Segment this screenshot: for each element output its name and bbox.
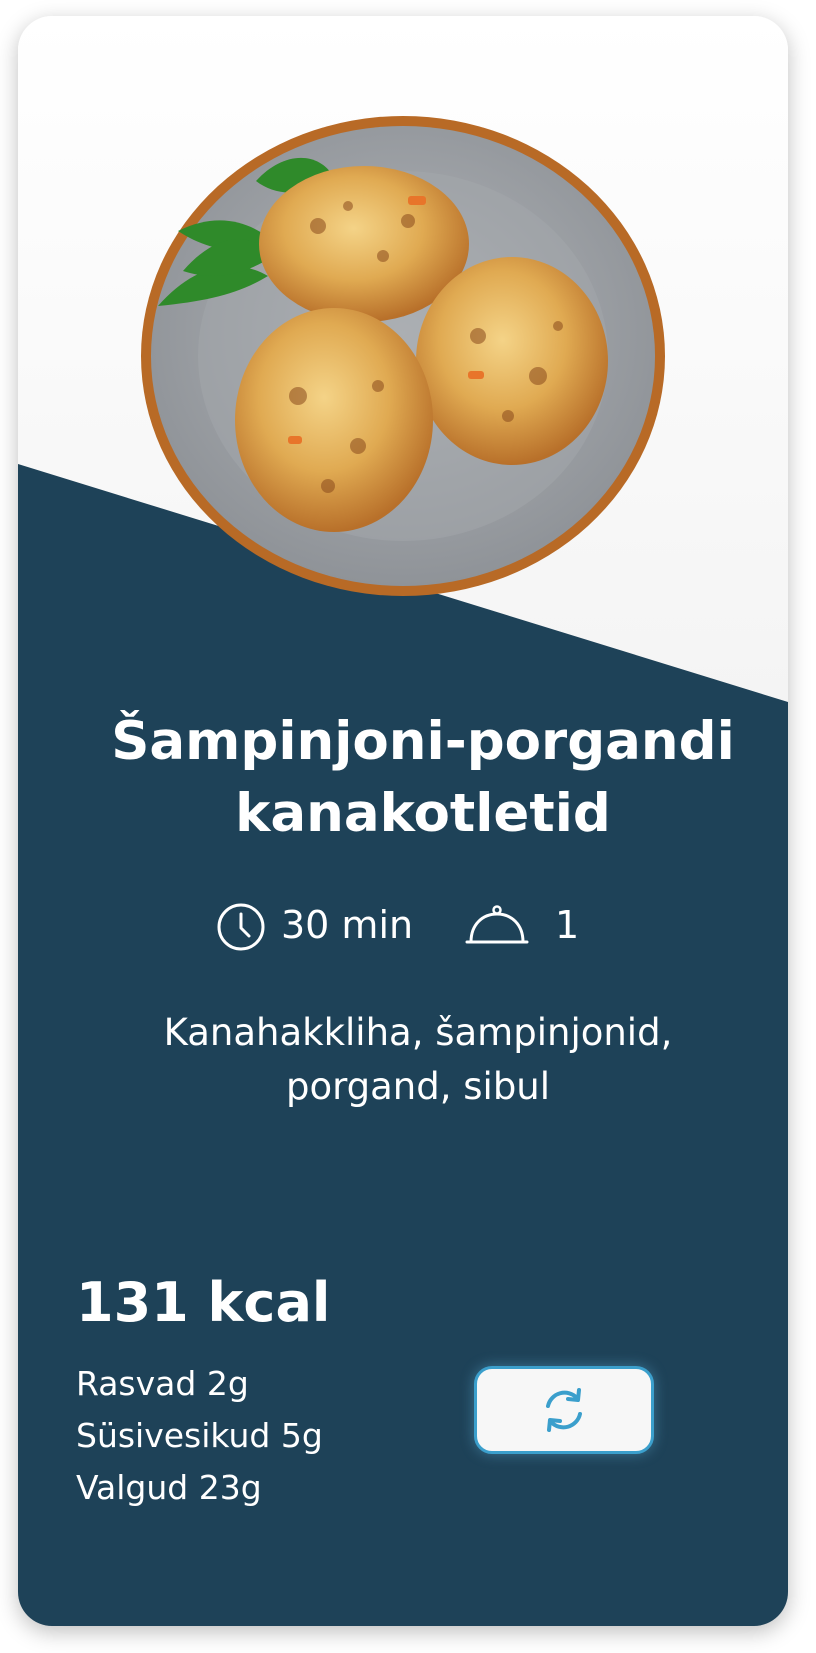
nutrient-carbs: Süsivesikud 5g [76, 1414, 323, 1458]
nutrient-label: Süsivesikud [76, 1416, 271, 1455]
nutrient-value: 2g [206, 1364, 249, 1403]
nutrient-label: Valgud [76, 1468, 189, 1507]
recipe-title-line2: kanakotletid [235, 783, 611, 844]
nutrient-label: Rasvad [76, 1364, 197, 1403]
serving-cloche-icon [465, 905, 529, 944]
clock-icon [217, 903, 265, 951]
servings-count: 1 [555, 903, 580, 947]
nutrient-fat: Rasvad 2g [76, 1362, 249, 1406]
ingredients-line1: Kanahakkliha, šampinjonid, [163, 1011, 673, 1054]
ingredients-line2: porgand, sibul [285, 1065, 551, 1108]
nutrient-value: 23g [198, 1468, 262, 1507]
dish-image [141, 116, 665, 596]
recipe-title-line1: Šampinjoni-porgandi [111, 711, 735, 772]
nutrient-value: 5g [280, 1416, 323, 1455]
recipe-title: Šampinjoni-porgandi kanakotletid [58, 706, 788, 850]
cooking-time: 30 min [281, 903, 414, 947]
recipe-card: Šampinjoni-porgandi kanakotletid 30 min … [18, 16, 788, 1626]
nutrient-protein: Valgud 23g [76, 1466, 262, 1510]
recipe-meta: 30 min 1 [18, 898, 788, 952]
calories: 131 kcal [76, 1271, 331, 1334]
ingredients-summary: Kanahakkliha, šampinjonid, porgand, sibu… [98, 1006, 738, 1114]
swap-recipe-button[interactable] [474, 1366, 654, 1454]
refresh-icon [546, 1388, 582, 1432]
